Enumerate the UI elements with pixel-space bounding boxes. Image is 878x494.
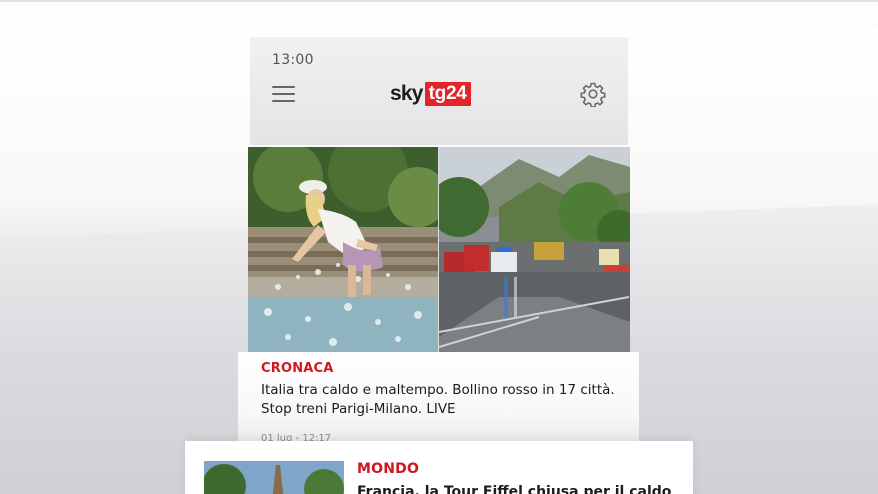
app-header: 13:00 sky tg24 bbox=[250, 37, 628, 145]
article-card[interactable]: MONDO Francia, la Tour Eiffel chiusa per… bbox=[185, 441, 693, 494]
hero-image[interactable] bbox=[248, 147, 630, 352]
headline-line-2: Stop treni Parigi-Milano. LIVE bbox=[261, 401, 456, 417]
app-logo: sky tg24 bbox=[390, 81, 471, 107]
logo-tg24-text: tg24 bbox=[424, 82, 471, 106]
article-category: CRONACA bbox=[261, 361, 334, 376]
logo-sky-text: sky bbox=[390, 82, 423, 105]
article-category: MONDO bbox=[357, 461, 420, 477]
headline-line-1: Italia tra caldo e maltempo. Bollino ros… bbox=[261, 382, 615, 398]
article-headline: Francia, la Tour Eiffel chiusa per il ca… bbox=[357, 484, 672, 494]
status-time: 13:00 bbox=[272, 52, 314, 68]
article-headline: Italia tra caldo e maltempo. Bollino ros… bbox=[261, 381, 631, 419]
photo-fountain bbox=[248, 147, 438, 352]
top-divider bbox=[0, 0, 878, 2]
photo-flooded-street bbox=[439, 147, 630, 352]
article-thumbnail bbox=[204, 461, 344, 494]
article-card[interactable]: CRONACA Italia tra caldo e maltempo. Bol… bbox=[238, 352, 639, 444]
hamburger-icon[interactable] bbox=[272, 86, 296, 102]
gear-icon[interactable] bbox=[580, 81, 606, 108]
